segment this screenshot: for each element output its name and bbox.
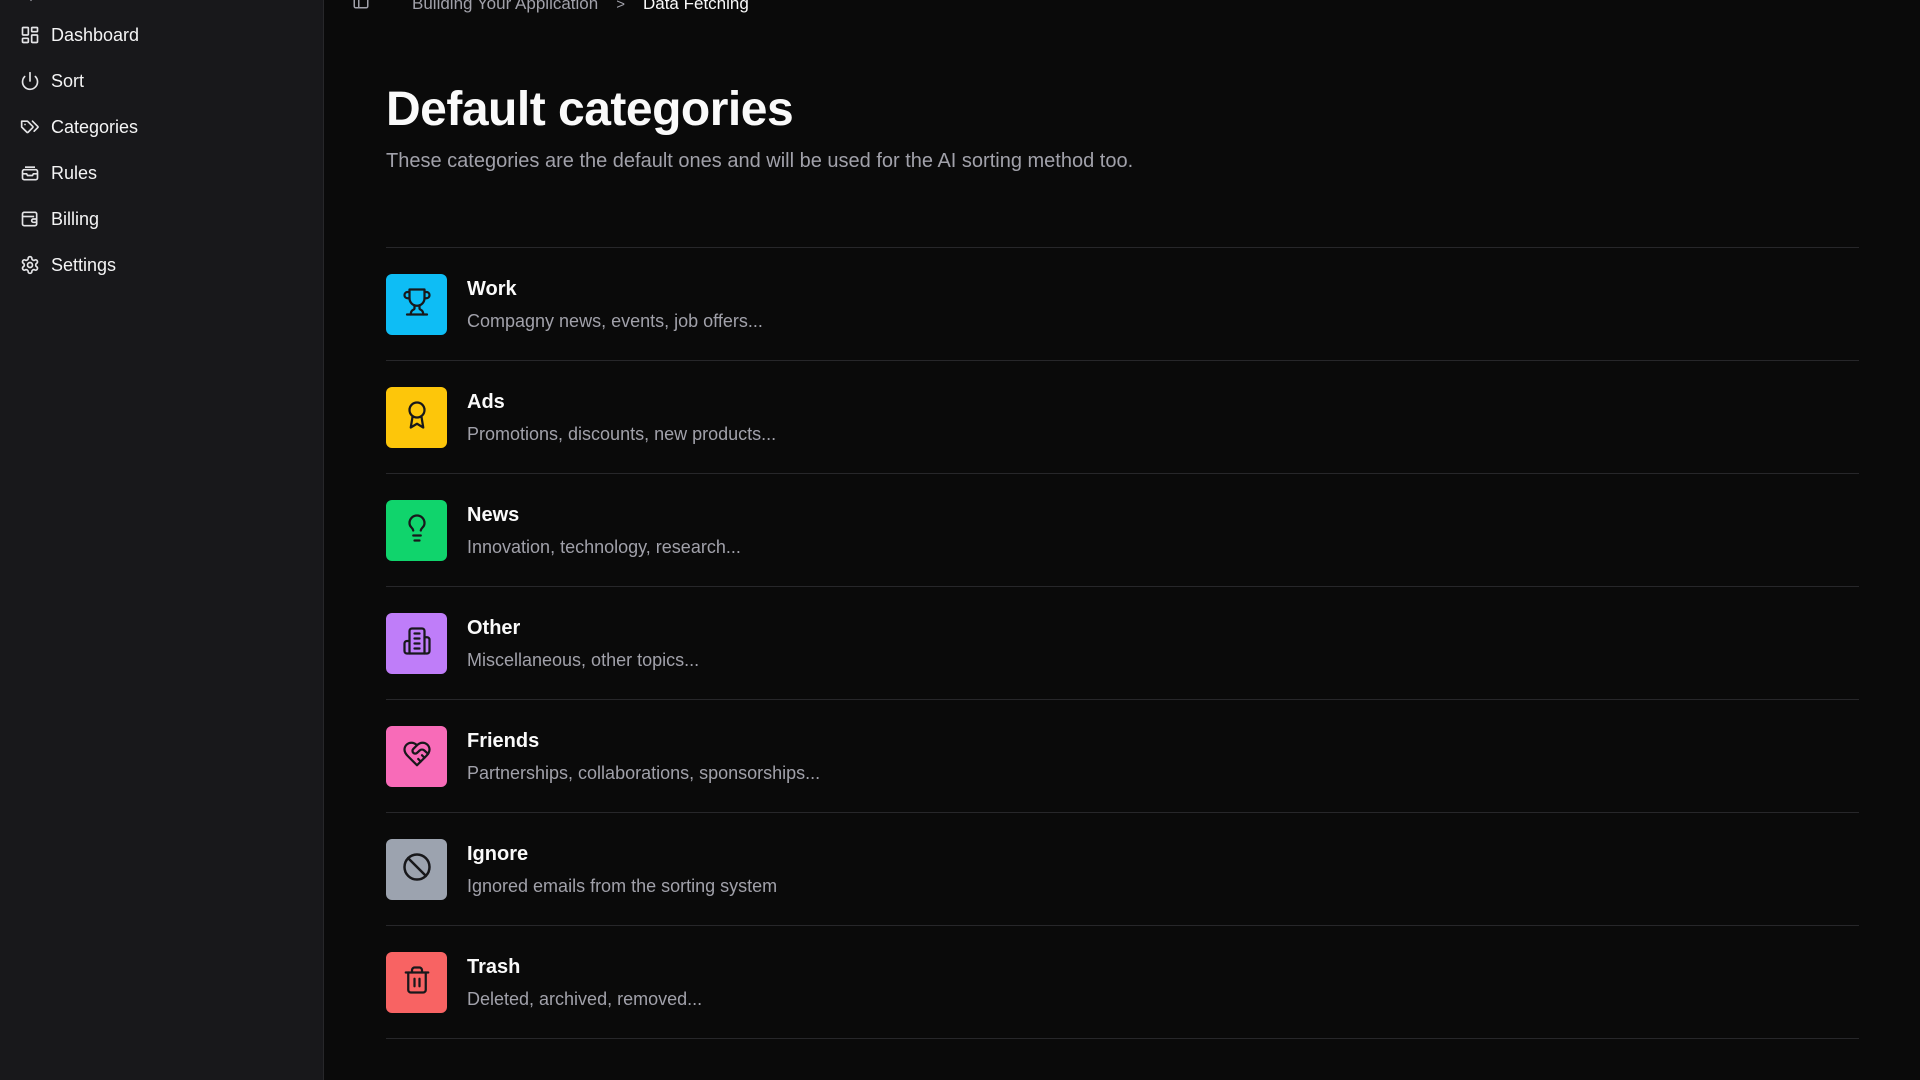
category-list: Work Compagny news, events, job offers..…	[386, 247, 1859, 1039]
sidebar-item-label: Settings	[51, 254, 117, 275]
page-subtitle: These categories are the default ones an…	[386, 150, 1134, 172]
category-name: Other	[467, 616, 521, 639]
category-row-work[interactable]: Work Compagny news, events, job offers..…	[386, 248, 1859, 361]
sidebar-item-settings[interactable]: Settings	[12, 242, 312, 288]
sidebar-item-label: Rules	[51, 162, 98, 183]
category-name: Ads	[467, 390, 505, 413]
sidebar-nav: Dashboard Sort Categories Rules Billing	[12, 12, 312, 288]
dashboard-icon	[20, 25, 40, 45]
category-row-friends[interactable]: Friends Partnerships, collaborations, sp…	[386, 700, 1859, 813]
category-name: Friends	[467, 729, 540, 752]
award-ribbon-icon	[402, 400, 432, 435]
category-name: News	[467, 503, 520, 526]
category-badge	[386, 386, 447, 448]
category-description: Deleted, archived, removed...	[467, 988, 703, 1009]
category-row-ignore[interactable]: Ignore Ignored emails from the sorting s…	[386, 813, 1859, 926]
category-badge	[386, 838, 447, 900]
sidebar: Dashboard Sort Categories Rules Billing	[0, 0, 324, 1080]
category-description: Compagny news, events, job offers...	[467, 310, 763, 331]
sidebar-item-label: Billing	[51, 208, 100, 229]
sidebar-item-billing[interactable]: Billing	[12, 196, 312, 242]
building-icon	[402, 626, 432, 661]
sidebar-item-label: Categories	[51, 116, 139, 137]
breadcrumb-current: Data Fetching	[642, 0, 749, 13]
sidebar-item-label: Sort	[51, 70, 85, 91]
category-row-news[interactable]: News Innovation, technology, research...	[386, 474, 1859, 587]
wallet-icon	[20, 209, 40, 229]
sidebar-item-label: Dashboard	[51, 24, 140, 45]
power-icon	[20, 71, 40, 91]
breadcrumb: Building Your Application > Data Fetchin…	[412, 0, 749, 14]
gear-icon	[20, 255, 40, 275]
trash-icon	[402, 965, 432, 1000]
breadcrumb-separator: >	[616, 0, 625, 13]
category-badge	[386, 725, 447, 787]
trophy-icon	[402, 287, 432, 322]
category-name: Ignore	[467, 842, 529, 865]
breadcrumb-parent[interactable]: Building Your Application	[412, 0, 598, 14]
tags-icon	[20, 117, 40, 137]
ban-icon	[402, 852, 432, 887]
category-badge	[386, 951, 447, 1013]
category-row-trash[interactable]: Trash Deleted, archived, removed...	[386, 926, 1859, 1039]
category-description: Innovation, technology, research...	[467, 536, 741, 557]
heart-handshake-icon	[402, 739, 432, 774]
category-badge	[386, 612, 447, 674]
sidebar-item-rules[interactable]: Rules	[12, 150, 312, 196]
app-logo-icon	[22, 0, 40, 4]
category-description: Promotions, discounts, new products...	[467, 423, 777, 444]
inbox-stack-icon	[20, 163, 40, 183]
top-bar: Building Your Application > Data Fetchin…	[324, 0, 1920, 20]
page-title: Default categories	[386, 83, 794, 136]
category-name: Trash	[467, 955, 521, 978]
category-badge	[386, 273, 447, 335]
category-name: Work	[467, 277, 517, 300]
category-badge	[386, 499, 447, 561]
category-description: Ignored emails from the sorting system	[467, 875, 778, 896]
sidebar-toggle-icon[interactable]	[352, 0, 370, 10]
category-row-ads[interactable]: Ads Promotions, discounts, new products.…	[386, 361, 1859, 474]
category-row-other[interactable]: Other Miscellaneous, other topics...	[386, 587, 1859, 700]
sidebar-item-sort[interactable]: Sort	[12, 58, 312, 104]
sidebar-item-categories[interactable]: Categories	[12, 104, 312, 150]
lightbulb-icon	[402, 513, 432, 548]
category-description: Miscellaneous, other topics...	[467, 649, 700, 670]
category-description: Partnerships, collaborations, sponsorshi…	[467, 762, 821, 783]
sidebar-item-dashboard[interactable]: Dashboard	[12, 12, 312, 58]
